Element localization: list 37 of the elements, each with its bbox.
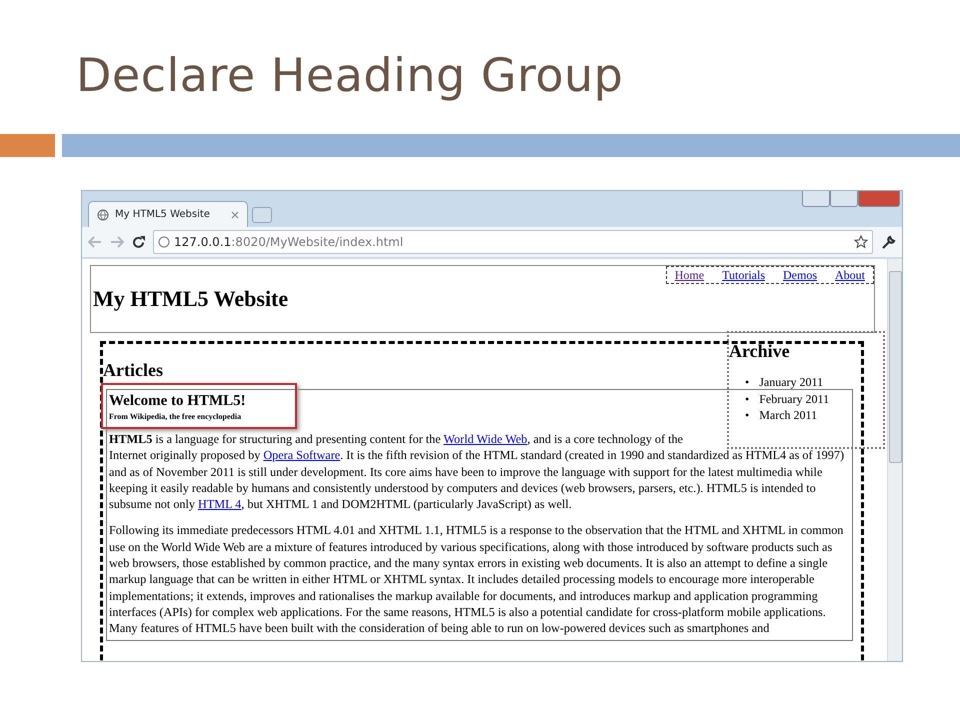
text-link[interactable]: HTML 4	[198, 497, 242, 512]
reload-icon[interactable]	[132, 236, 145, 248]
archive-link[interactable]: March 2011	[759, 407, 818, 424]
section-heading: Articles	[103, 360, 164, 381]
bullet: •	[745, 407, 750, 424]
nav-link[interactable]: Tutorials	[722, 268, 765, 282]
article-paragraph: HTML5 is a language for structuring and presenting content for the World Wide Web, and is a core technology of the Internet originally proposed by Opera Software. It is the fifth revision of the HTML standard (created in 1990 and standardized as HTML4 as of 1997) and as of November 2011 is still under development. Its core aims have been to improve the language with support for the latest multimedia while keeping it easily readable by humans and consistently understood by computers and devices (web browsers, parsers, etc.). HTML5 is intended to subsume not only HTML 4, but XHTML 1 and DOM2HTML (particularly JavaScript) as well.	[109, 431, 846, 512]
archive-link[interactable]: February 2011	[759, 390, 830, 407]
archive-heading: Archive	[729, 341, 791, 362]
archive-link[interactable]: January 2011	[759, 374, 824, 390]
minimize-button[interactable]	[802, 191, 830, 207]
slide-title: Declare Heading Group	[76, 48, 624, 104]
forward-icon[interactable]	[110, 236, 124, 248]
accent-bar	[0, 134, 55, 157]
bullet: •	[745, 390, 750, 407]
text-link[interactable]: World Wide Web	[444, 432, 528, 446]
nav-link[interactable]: Home	[674, 268, 704, 282]
article-heading: Welcome to HTML5!	[109, 393, 246, 410]
new-tab-button[interactable]	[252, 207, 272, 223]
article-paragraph: Following its immediate predecessors HTML 4.01 and XHTML 1.1, HTML5 is a response to the observation that the HTML and XHTML in common use on the World Wide Web are a mixture of features introduced by various specifications, along with those introduced by software products such as web browsers, those established by common practice, and the many syntax errors in existing web documents. It is also an attempt to define a single markup language that can be written in either HTML or XHTML syntax. It includes detailed processing models to encourage more interoperable implementations; it extends, improves and rationalises the markup available for documents, and introduces markup and application programming interfaces (APIs) for complex web applications. For the same reasons, HTML5 is also a potential candidate for cross-platform mobile applications. Many features of HTML5 have been built with the consideration of being able to run on low-powered devices such as smartphones and	[109, 522, 844, 637]
maximize-button[interactable]	[830, 191, 858, 207]
nav-link[interactable]: About	[835, 268, 865, 282]
wrench-icon[interactable]	[881, 234, 896, 250]
address-field[interactable]: 127.0.0.1:8020/MyWebsite/index.html	[153, 230, 873, 254]
star-icon[interactable]	[854, 235, 868, 249]
close-button[interactable]	[858, 191, 900, 207]
close-tab-icon[interactable]	[231, 210, 239, 218]
bullet: •	[745, 374, 750, 390]
scrollbar[interactable]	[887, 259, 902, 661]
nav-link[interactable]: Demos	[783, 268, 817, 282]
text-link[interactable]: Opera Software	[263, 448, 340, 462]
back-icon[interactable]	[88, 236, 102, 248]
article-subheading: From Wikipedia, the free encyclopedia	[109, 412, 242, 421]
site-title: My HTML5 Website	[93, 286, 290, 312]
browser-tab[interactable]: My HTML5 Website	[88, 201, 248, 227]
globe-icon	[97, 208, 109, 220]
page-icon	[158, 236, 170, 248]
